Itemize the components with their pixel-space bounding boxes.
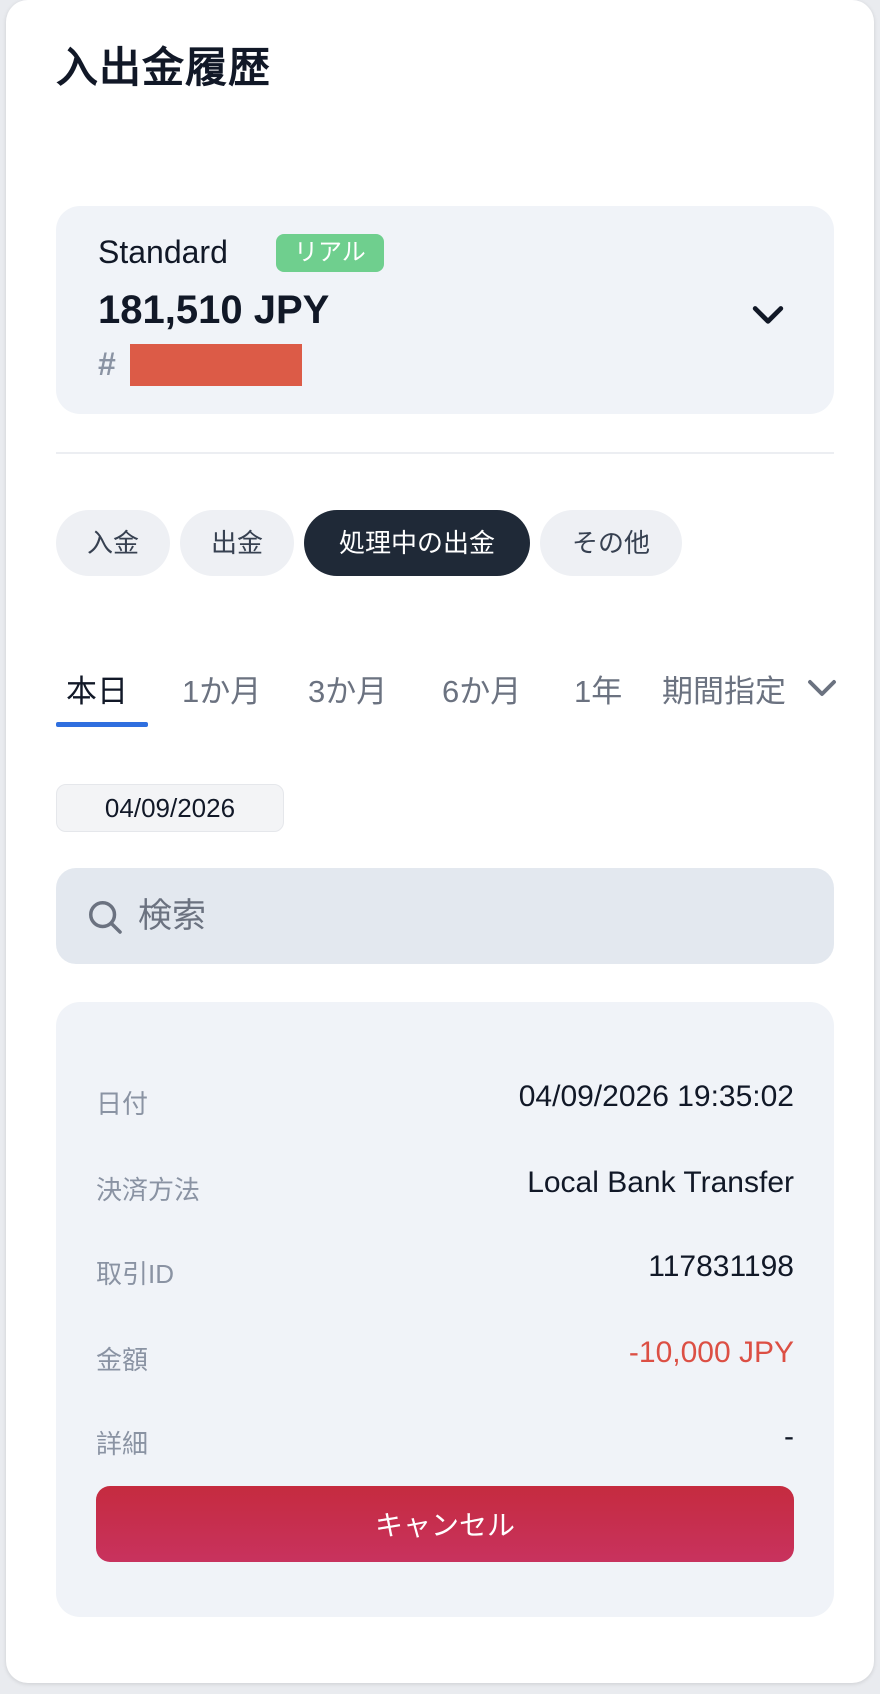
tab-pending-withdrawal[interactable]: 処理中の出金 [304,510,530,576]
chevron-down-icon[interactable] [802,670,842,706]
history-card: 入出金履歴 Standard リアル 181,510 JPY # 入金 出金 処… [6,0,874,1683]
account-number-redacted [130,344,302,386]
amount-label: 金額 [96,1345,149,1375]
transaction-row-id: 取引ID 117831198 [96,1248,794,1292]
account-balance: 181,510 JPY [98,288,330,332]
payment-method-value: Local Bank Transfer [527,1166,794,1199]
payment-method-label: 決済方法 [96,1175,201,1205]
date-value: 04/09/2026 19:35:02 [518,1080,794,1113]
details-label: 詳細 [96,1429,149,1459]
account-name: Standard [98,234,228,270]
chevron-down-icon[interactable] [746,292,790,336]
period-tab-custom[interactable]: 期間指定 [662,666,786,711]
page-title: 入出金履歴 [56,44,272,91]
selected-date-chip: 04/09/2026 [56,784,284,832]
tab-deposit[interactable]: 入金 [56,510,170,576]
account-selector[interactable]: Standard リアル 181,510 JPY # [56,206,834,414]
search-bar[interactable] [56,868,834,964]
period-tab-6-months[interactable]: 6か月 [442,666,521,711]
details-value: - [784,1420,794,1453]
transaction-card: 日付 04/09/2026 19:35:02 決済方法 Local Bank T… [56,1002,834,1617]
section-divider [56,452,834,454]
period-tab-3-months[interactable]: 3か月 [308,666,387,711]
transaction-row-payment-method: 決済方法 Local Bank Transfer [96,1164,794,1208]
amount-value: -10,000 JPY [628,1336,794,1369]
date-label: 日付 [96,1089,149,1119]
period-tab-1-month[interactable]: 1か月 [182,666,261,711]
active-period-indicator [56,722,148,727]
transaction-row-amount: 金額 -10,000 JPY [96,1334,794,1378]
account-type-badge: リアル [276,234,384,272]
transaction-id-value: 117831198 [648,1250,794,1283]
cancel-button[interactable]: キャンセル [96,1486,794,1562]
tab-withdrawal[interactable]: 出金 [180,510,294,576]
period-tab-1-year[interactable]: 1年 [574,666,622,711]
account-number-prefix: # [98,346,116,382]
transaction-row-details: 詳細 - [96,1418,794,1462]
period-tab-today[interactable]: 本日 [66,666,128,711]
transaction-row-date: 日付 04/09/2026 19:35:02 [96,1078,794,1122]
search-icon [89,901,122,934]
search-input[interactable] [138,888,778,944]
transaction-id-label: 取引ID [96,1259,175,1289]
tab-other[interactable]: その他 [540,510,682,576]
